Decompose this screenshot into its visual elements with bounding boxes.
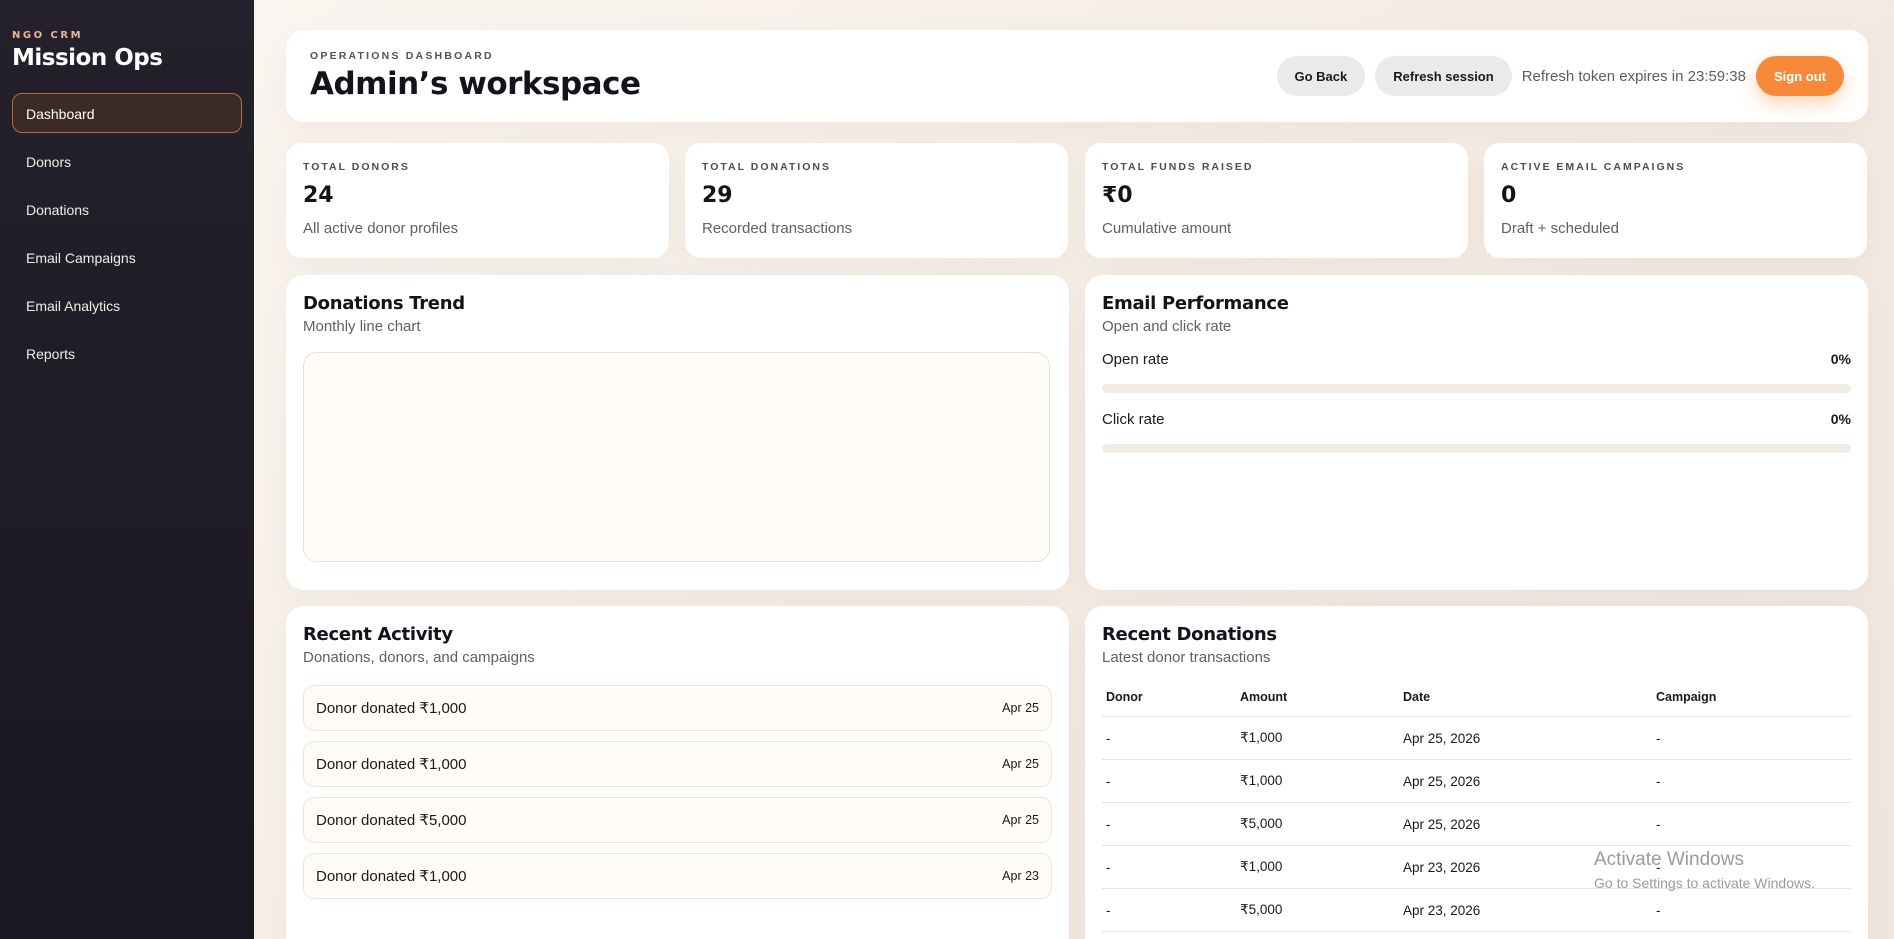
table-row: - ₹1,000 Apr 25, 2026 - bbox=[1102, 716, 1851, 760]
token-expiry-text: Refresh token expires in 23:59:38 bbox=[1521, 67, 1746, 85]
list-item: Donor donated ₹1,000 Apr 25 bbox=[303, 741, 1052, 787]
click-rate-label: Click rate bbox=[1102, 411, 1165, 428]
click-rate-bar bbox=[1102, 444, 1851, 453]
cell-date: Apr 25, 2026 bbox=[1399, 759, 1652, 803]
activity-date: Apr 23 bbox=[1002, 869, 1039, 883]
activity-list: Donor donated ₹1,000 Apr 25 Donor donate… bbox=[303, 685, 1052, 899]
panel-title: Email Performance bbox=[1102, 293, 1289, 314]
stat-card-active-campaigns: ACTIVE EMAIL CAMPAIGNS 0 Draft + schedul… bbox=[1484, 143, 1867, 258]
stat-label: TOTAL FUNDS RAISED bbox=[1102, 161, 1254, 173]
cell-amount: ₹5,000 bbox=[1236, 888, 1399, 932]
click-rate-row: Click rate 0% bbox=[1102, 411, 1851, 428]
sidebar-nav: Dashboard Donors Donations Email Campaig… bbox=[12, 93, 242, 373]
sidebar-item-reports[interactable]: Reports bbox=[12, 333, 242, 373]
cell-date: Apr 25, 2026 bbox=[1399, 802, 1652, 846]
watermark-subtitle: Go to Settings to activate Windows. bbox=[1594, 875, 1815, 891]
cell-date: Apr 25, 2026 bbox=[1399, 716, 1652, 760]
panel-subtitle: Latest donor transactions bbox=[1102, 649, 1271, 666]
cell-donor: - bbox=[1102, 759, 1236, 803]
cell-donor: - bbox=[1102, 888, 1236, 932]
sign-out-button[interactable]: Sign out bbox=[1756, 56, 1844, 96]
sidebar: NGO CRM Mission Ops Dashboard Donors Don… bbox=[0, 0, 254, 939]
column-header-amount: Amount bbox=[1236, 690, 1399, 717]
panel-subtitle: Monthly line chart bbox=[303, 318, 421, 335]
stat-sub: Draft + scheduled bbox=[1501, 220, 1619, 237]
open-rate-row: Open rate 0% bbox=[1102, 351, 1851, 368]
cell-campaign: - bbox=[1652, 759, 1851, 803]
panel-title: Donations Trend bbox=[303, 293, 465, 314]
table-header-row: Donor Amount Date Campaign bbox=[1102, 690, 1851, 717]
cell-amount: ₹1,000 bbox=[1236, 716, 1399, 760]
cell-date: Apr 23, 2026 bbox=[1399, 888, 1652, 932]
donations-table: Donor Amount Date Campaign - ₹1,000 Apr … bbox=[1102, 690, 1851, 932]
open-rate-value: 0% bbox=[1830, 351, 1851, 367]
stat-label: TOTAL DONATIONS bbox=[702, 161, 831, 173]
panel-title: Recent Activity bbox=[303, 624, 453, 645]
cell-campaign: - bbox=[1652, 802, 1851, 846]
watermark-title: Activate Windows bbox=[1594, 849, 1744, 870]
column-header-donor: Donor bbox=[1102, 690, 1236, 717]
open-rate-label: Open rate bbox=[1102, 351, 1169, 368]
stat-card-total-donors: TOTAL DONORS 24 All active donor profile… bbox=[286, 143, 669, 258]
cell-donor: - bbox=[1102, 802, 1236, 846]
activity-text: Donor donated ₹5,000 bbox=[316, 812, 467, 829]
panel-subtitle: Open and click rate bbox=[1102, 318, 1232, 335]
header-actions: Go Back Refresh session Refresh token ex… bbox=[1276, 56, 1844, 96]
stat-sub: Cumulative amount bbox=[1102, 220, 1232, 237]
brand-title: Mission Ops bbox=[12, 45, 163, 71]
cell-amount: ₹1,000 bbox=[1236, 845, 1399, 889]
list-item: Donor donated ₹5,000 Apr 25 bbox=[303, 797, 1052, 843]
sidebar-item-donors[interactable]: Donors bbox=[12, 141, 242, 181]
stat-card-total-donations: TOTAL DONATIONS 29 Recorded transactions bbox=[685, 143, 1068, 258]
stat-value: 24 bbox=[303, 183, 334, 208]
stat-sub: All active donor profiles bbox=[303, 220, 459, 237]
list-item: Donor donated ₹1,000 Apr 25 bbox=[303, 685, 1052, 731]
stat-value: ₹0 bbox=[1102, 183, 1133, 208]
cell-amount: ₹5,000 bbox=[1236, 802, 1399, 846]
activity-text: Donor donated ₹1,000 bbox=[316, 700, 467, 717]
page-header: OPERATIONS DASHBOARD Admin’s workspace G… bbox=[286, 30, 1868, 122]
table-row: - ₹5,000 Apr 23, 2026 - bbox=[1102, 888, 1851, 932]
page-title: Admin’s workspace bbox=[310, 66, 641, 102]
open-rate-bar bbox=[1102, 384, 1851, 393]
cell-donor: - bbox=[1102, 845, 1236, 889]
stat-label: ACTIVE EMAIL CAMPAIGNS bbox=[1501, 161, 1686, 173]
cell-amount: ₹1,000 bbox=[1236, 759, 1399, 803]
stat-value: 0 bbox=[1501, 183, 1517, 208]
activity-date: Apr 25 bbox=[1002, 701, 1039, 715]
sidebar-item-email-analytics[interactable]: Email Analytics bbox=[12, 285, 242, 325]
cell-donor: - bbox=[1102, 716, 1236, 760]
recent-activity-panel: Recent Activity Donations, donors, and c… bbox=[286, 606, 1069, 939]
cell-campaign: - bbox=[1652, 716, 1851, 760]
donations-trend-panel: Donations Trend Monthly line chart bbox=[286, 275, 1069, 590]
activity-text: Donor donated ₹1,000 bbox=[316, 756, 467, 773]
email-performance-panel: Email Performance Open and click rate Op… bbox=[1085, 275, 1868, 590]
activity-date: Apr 25 bbox=[1002, 813, 1039, 827]
header-kicker: OPERATIONS DASHBOARD bbox=[310, 50, 494, 62]
refresh-session-button[interactable]: Refresh session bbox=[1375, 56, 1512, 96]
sidebar-item-donations[interactable]: Donations bbox=[12, 189, 242, 229]
table-row: - ₹1,000 Apr 25, 2026 - bbox=[1102, 759, 1851, 803]
sidebar-item-email-campaigns[interactable]: Email Campaigns bbox=[12, 237, 242, 277]
stat-sub: Recorded transactions bbox=[702, 220, 853, 237]
windows-activation-watermark: Activate Windows Go to Settings to activ… bbox=[1594, 849, 1815, 891]
panel-title: Recent Donations bbox=[1102, 624, 1277, 645]
stat-label: TOTAL DONORS bbox=[303, 161, 410, 173]
activity-date: Apr 25 bbox=[1002, 757, 1039, 771]
brand-kicker: NGO CRM bbox=[12, 30, 84, 41]
list-item: Donor donated ₹1,000 Apr 23 bbox=[303, 853, 1052, 899]
sidebar-item-dashboard[interactable]: Dashboard bbox=[12, 93, 242, 133]
table-row: - ₹5,000 Apr 25, 2026 - bbox=[1102, 802, 1851, 846]
click-rate-value: 0% bbox=[1830, 411, 1851, 427]
activity-text: Donor donated ₹1,000 bbox=[316, 868, 467, 885]
stat-card-total-funds: TOTAL FUNDS RAISED ₹0 Cumulative amount bbox=[1085, 143, 1468, 258]
column-header-campaign: Campaign bbox=[1652, 690, 1851, 717]
column-header-date: Date bbox=[1399, 690, 1652, 717]
panel-subtitle: Donations, donors, and campaigns bbox=[303, 649, 535, 666]
go-back-button[interactable]: Go Back bbox=[1276, 56, 1366, 96]
cell-campaign: - bbox=[1652, 888, 1851, 932]
stat-value: 29 bbox=[702, 183, 733, 208]
donations-trend-chart bbox=[303, 352, 1050, 562]
